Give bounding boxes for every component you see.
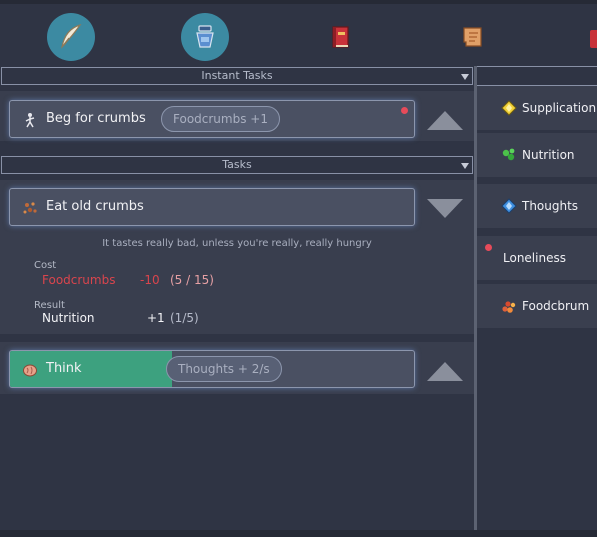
instant-tasks-header[interactable]: Instant Tasks — [1, 67, 473, 85]
notification-dot — [401, 107, 408, 114]
resource-header — [477, 66, 597, 86]
cost-stock: (5 / 15) — [170, 273, 214, 287]
tasks-header[interactable]: Tasks — [1, 156, 473, 174]
toolbar-button-book[interactable] — [316, 13, 364, 61]
toolbar-button-quill[interactable] — [47, 13, 95, 61]
task-label: Eat old crumbs — [46, 199, 144, 214]
scroll-icon — [463, 27, 482, 47]
collapse-arrow-icon — [461, 163, 469, 169]
collapse-triangle-icon[interactable] — [427, 362, 463, 381]
potion-icon — [196, 25, 214, 48]
task-description: It tastes really bad, unless you're real… — [102, 238, 372, 249]
bottom-edge — [0, 530, 597, 537]
toolbar-button-overflow[interactable] — [590, 30, 597, 48]
toolbar — [0, 0, 597, 66]
yellow-gem-icon — [501, 100, 517, 116]
result-stock: (1/5) — [170, 311, 199, 325]
resource-label: Supplication — [522, 101, 597, 115]
resource-supplication[interactable]: Supplication — [477, 86, 597, 130]
beggar-icon — [25, 113, 35, 128]
tasks-title: Tasks — [222, 158, 252, 171]
task-think[interactable]: Think Thoughts + 2/s — [9, 350, 415, 388]
task-label: Think — [46, 361, 82, 376]
result-amount: +1 — [147, 311, 165, 325]
expand-triangle-icon[interactable] — [427, 199, 463, 218]
resource-thoughts[interactable]: Thoughts — [477, 184, 597, 228]
cost-resource-name: Foodcrumbs — [42, 273, 116, 287]
cost-amount: -10 — [140, 273, 160, 287]
task-reward-pill: Foodcrumbs +1 — [161, 106, 280, 132]
resource-label: Nutrition — [522, 148, 575, 162]
think-panel: Think Thoughts + 2/s — [0, 342, 474, 394]
toolbar-button-scroll[interactable] — [449, 13, 497, 61]
resource-nutrition[interactable]: Nutrition — [477, 133, 597, 177]
resource-label: Loneliness — [503, 251, 566, 265]
quill-icon — [61, 23, 82, 49]
green-leaf-icon — [502, 148, 515, 161]
task-column: Instant Tasks Beg for crumbs Foodcrumbs … — [0, 66, 475, 537]
resource-foodcrumbs[interactable]: Foodcbrum — [477, 284, 597, 328]
task-eat-old-crumbs[interactable]: Eat old crumbs — [9, 188, 415, 226]
blue-gem-icon — [501, 198, 517, 214]
cost-heading: Cost — [34, 260, 57, 271]
collapse-triangle-icon[interactable] — [427, 111, 463, 130]
crumbs-icon — [23, 202, 37, 214]
instant-tasks-panel: Beg for crumbs Foodcrumbs +1 — [0, 91, 474, 141]
resource-loneliness[interactable]: Loneliness — [477, 236, 597, 280]
notification-dot — [485, 244, 492, 251]
task-rate-pill: Thoughts + 2/s — [166, 356, 282, 382]
toolbar-button-potion[interactable] — [181, 13, 229, 61]
red-book-icon — [332, 26, 349, 48]
resource-label: Foodcbrum — [522, 299, 590, 313]
task-beg-for-crumbs[interactable]: Beg for crumbs Foodcrumbs +1 — [9, 100, 415, 138]
brain-icon — [23, 364, 37, 377]
crumbs-pile-icon — [502, 301, 516, 313]
tasks-panel: Eat old crumbs It tastes really bad, unl… — [0, 180, 474, 334]
result-heading: Result — [34, 300, 65, 311]
instant-tasks-title: Instant Tasks — [201, 69, 273, 82]
resource-column: Supplication Nutrition Thoughts Loneline… — [477, 66, 597, 537]
collapse-arrow-icon — [461, 74, 469, 80]
resource-label: Thoughts — [522, 199, 579, 213]
result-resource-name: Nutrition — [42, 311, 95, 325]
task-label: Beg for crumbs — [46, 111, 146, 126]
